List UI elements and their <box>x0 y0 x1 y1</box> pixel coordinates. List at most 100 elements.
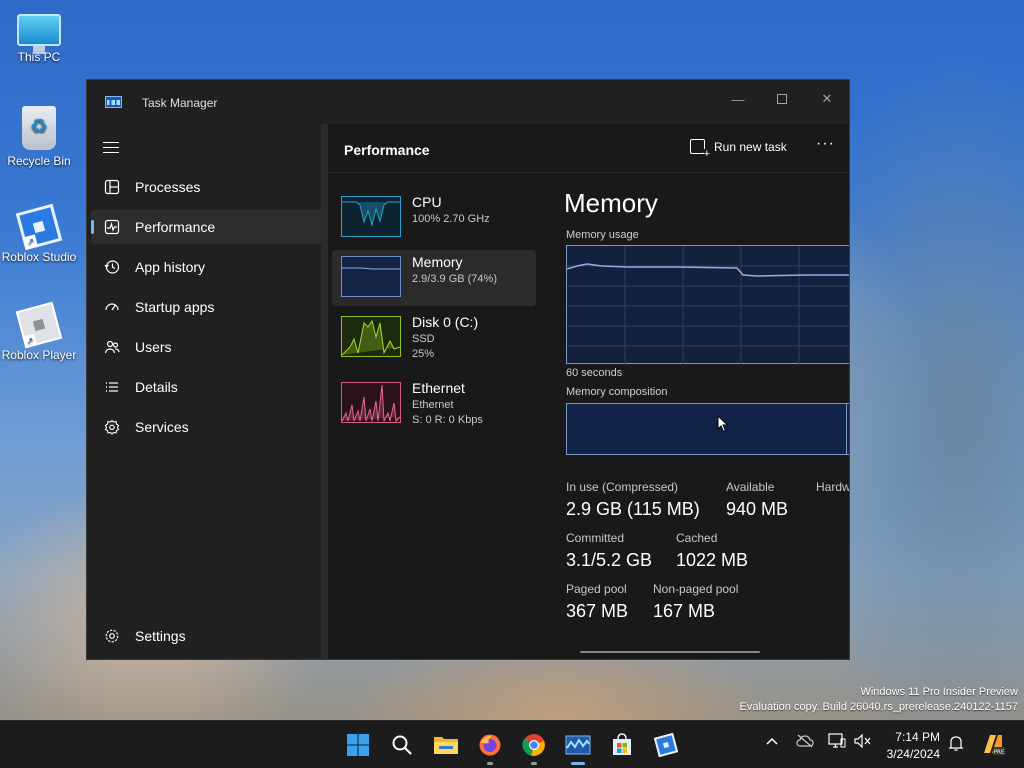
roblox-studio-icon <box>654 733 678 757</box>
network-icon[interactable] <box>828 733 846 752</box>
desktop-icon-label: Roblox Player <box>1 348 77 362</box>
services-icon <box>103 418 121 436</box>
page-title: Performance <box>344 142 430 158</box>
desktop-icon-roblox-studio[interactable]: ↗ Roblox Studio <box>0 203 79 264</box>
memory-detail-pane: Memory Memory usage 60 seconds Memory co… <box>552 174 850 659</box>
sidebar-item-users[interactable]: Users <box>91 330 323 364</box>
clock-time: 7:14 PM <box>895 730 940 744</box>
sidebar-scrollbar[interactable] <box>321 124 328 659</box>
search-icon <box>392 735 412 755</box>
notification-bell-icon[interactable] <box>948 735 964 754</box>
device-item-ethernet[interactable]: Ethernet Ethernet S: 0 R: 0 Kbps <box>332 376 536 432</box>
sidebar-item-app-history[interactable]: App history <box>91 250 323 284</box>
more-options-button[interactable]: ··· <box>816 135 835 153</box>
startup-icon <box>103 298 121 316</box>
run-new-task-label: Run new task <box>714 139 787 154</box>
active-indicator <box>571 762 585 765</box>
desktop-icon-recycle-bin[interactable]: Recycle Bin <box>0 106 79 168</box>
detail-title: Memory <box>564 188 658 218</box>
hardware-reserved-label: Hardw <box>816 480 850 494</box>
running-indicator <box>487 762 493 765</box>
minimize-button[interactable]: — <box>715 84 761 114</box>
device-sub-label: SSD <box>412 333 435 345</box>
taskbar-microsoft-store[interactable] <box>609 732 635 758</box>
cached-value: 1022 MB <box>676 550 749 570</box>
processes-icon <box>103 178 121 196</box>
device-item-cpu[interactable]: CPU 100% 2.70 GHz <box>332 190 536 246</box>
gear-icon <box>103 627 121 645</box>
time-range-label: 60 seconds <box>566 367 623 379</box>
svg-text:PRE: PRE <box>994 750 1005 756</box>
device-name: Memory <box>412 254 463 270</box>
search-button[interactable] <box>389 732 415 758</box>
sidebar-item-label: Users <box>135 339 172 355</box>
run-task-icon <box>690 139 710 160</box>
store-icon <box>613 733 631 755</box>
task-manager-icon <box>565 735 591 755</box>
device-sub-label: 2.9/3.9 GB (74%) <box>412 273 497 285</box>
in-use-value: 2.9 GB (115 MB) <box>566 499 700 519</box>
device-item-disk[interactable]: Disk 0 (C:) SSD 25% <box>332 310 536 366</box>
maximize-button[interactable] <box>759 84 805 114</box>
taskbar-firefox[interactable] <box>477 732 503 765</box>
onedrive-icon[interactable] <box>796 734 814 751</box>
desktop-icon-this-pc[interactable]: This PC <box>0 8 79 64</box>
sidebar-item-startup-apps[interactable]: Startup apps <box>91 290 323 324</box>
running-indicator <box>531 762 537 765</box>
sidebar-item-services[interactable]: Services <box>91 410 323 444</box>
sidebar-item-label: Details <box>135 379 178 395</box>
device-sub-label: 100% 2.70 GHz <box>412 213 490 225</box>
paged-pool-value: 367 MB <box>566 601 629 621</box>
users-icon <box>103 338 121 356</box>
device-name: Ethernet <box>412 380 465 396</box>
recycle-bin-icon <box>22 106 56 150</box>
close-button[interactable]: ✕ <box>804 84 849 114</box>
desktop-icon-label: Roblox Studio <box>1 250 77 264</box>
window-title: Task Manager <box>142 96 218 110</box>
committed-value: 3.1/5.2 GB <box>566 550 653 570</box>
device-sub-value: S: 0 R: 0 Kbps <box>412 414 483 426</box>
available-label: Available <box>726 480 775 494</box>
sidebar-item-performance[interactable]: Performance <box>91 210 323 244</box>
available-value: 940 MB <box>726 499 789 519</box>
hamburger-menu-icon[interactable] <box>103 142 119 157</box>
device-name: CPU <box>412 194 442 210</box>
in-use-label: In use (Compressed) <box>566 480 679 494</box>
shortcut-arrow-icon: ↗ <box>22 333 38 349</box>
main-panel: Performance Run new task ··· CPU 100% 2.… <box>328 124 849 659</box>
sidebar-item-label: Processes <box>135 179 201 195</box>
device-name: Disk 0 (C:) <box>412 314 479 330</box>
sidebar-item-details[interactable]: Details <box>91 370 323 404</box>
computer-icon <box>17 14 61 54</box>
taskbar-roblox-studio[interactable] <box>653 732 679 758</box>
system-clock[interactable]: 7:14 PM 3/24/2024 <box>882 729 940 763</box>
sidebar-item-settings[interactable]: Settings <box>91 619 323 653</box>
sidebar: Processes Performance App history Startu… <box>87 124 328 659</box>
show-hidden-icons-chevron-icon[interactable] <box>766 735 778 751</box>
watermark-line-1: Windows 11 Pro Insider Preview <box>860 686 1018 698</box>
disk-thumbnail-graph <box>341 316 401 357</box>
horizontal-scrollbar[interactable] <box>580 651 760 653</box>
ethernet-thumbnail-graph <box>341 382 401 423</box>
paged-pool-label: Paged pool <box>566 582 627 596</box>
sidebar-item-label: Startup apps <box>135 299 215 315</box>
sidebar-item-processes[interactable]: Processes <box>91 170 323 204</box>
copilot-pre-icon[interactable]: PRE <box>980 731 1006 760</box>
run-new-task-button[interactable]: Run new task <box>690 139 787 160</box>
start-icon <box>347 734 369 756</box>
taskbar-chrome[interactable] <box>521 732 547 765</box>
device-sub-label: Ethernet <box>412 399 454 411</box>
desktop-icon-roblox-player[interactable]: ↗ Roblox Player <box>0 301 79 362</box>
memory-composition-label: Memory composition <box>566 386 668 398</box>
committed-label: Committed <box>566 531 625 545</box>
device-item-memory[interactable]: Memory 2.9/3.9 GB (74%) <box>332 250 536 306</box>
maximize-icon <box>777 94 787 104</box>
volume-muted-icon[interactable] <box>854 733 872 751</box>
taskbar-task-manager[interactable] <box>565 732 591 765</box>
taskbar-file-explorer[interactable] <box>433 732 459 758</box>
firefox-icon <box>479 734 501 756</box>
memory-usage-label: Memory usage <box>566 229 639 241</box>
roblox-player-icon: ↗ <box>15 301 63 349</box>
start-button[interactable] <box>345 732 371 758</box>
title-bar[interactable]: Task Manager — ✕ <box>87 80 849 124</box>
